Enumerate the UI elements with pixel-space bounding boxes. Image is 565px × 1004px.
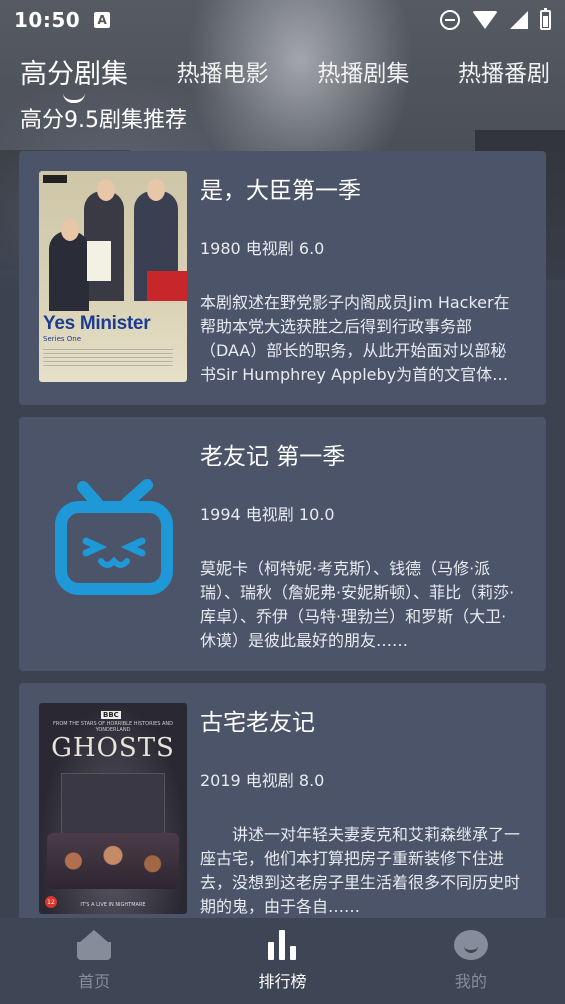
tab-label: 热播电影 [176,61,269,87]
item-description: 莫妮卡（柯特妮·考克斯）、钱德（马修·派瑞）、瑞秋（詹妮弗·安妮斯顿）、菲比（莉… [200,559,515,650]
ranking-bar-chart-icon [265,930,299,960]
poster-face [61,219,79,241]
item-description: 讲述一对年轻夫妻麦克和艾莉森继承了一座古宅，他们本打算把房子重新装修下住进去，没… [200,825,520,916]
bar [268,942,275,960]
nav-home[interactable]: 首页 [0,918,188,1004]
bar [279,930,286,960]
poster-image: BBC FROM THE STARS OF HORRIBLE HISTORIES… [39,703,187,914]
tv-placeholder-icon [39,437,187,648]
poster-fine-print [43,349,173,367]
list-item[interactable]: 老友记 第一季 1994 电视剧 10.0 莫妮卡（柯特妮·考克斯）、钱德（马修… [19,417,546,671]
category-tabs: 高分剧集 热播电影 热播剧集 热播番剧 [20,48,550,103]
status-time: 10:50 [14,8,81,32]
tab-label: 热播番剧 [457,61,550,87]
item-title: 是，大臣第一季 [200,178,361,204]
item-meta: 1980 电视剧 6.0 [200,239,325,258]
item-title: 古宅老友记 [200,710,315,736]
poster-face [97,179,115,201]
list-item[interactable]: BBC FROM THE STARS OF HORRIBLE HISTORIES… [19,683,546,919]
item-description: 本剧叙述在野党影子内阁成员Jim Hacker在帮助本党大选获胜之后得到行政事务… [200,293,510,384]
profile-face-icon [453,930,488,960]
list-item[interactable]: Yes Minister Series One 是，大臣第一季 1980 电视剧… [19,151,546,405]
poster-paper [87,241,111,281]
notification-icon: A [94,12,111,28]
tab-label: 热播剧集 [317,61,410,87]
dnd-icon [440,10,460,30]
nav-label: 排行榜 [258,972,307,991]
poster-image: Yes Minister Series One [39,171,187,382]
battery-icon [540,8,551,30]
poster-face [147,179,165,201]
tab-hot-anime[interactable]: 热播番剧 [458,54,550,88]
age-rating-badge: 12 [45,896,57,908]
bar [290,946,297,960]
nav-label: 首页 [78,972,111,991]
nav-ranking[interactable]: 排行榜 [188,918,376,1004]
poster-people [47,833,179,889]
bottom-navigation: 首页 排行榜 我的 [0,918,565,1004]
nav-label: 我的 [454,972,487,991]
item-title: 老友记 第一季 [200,444,346,470]
tab-label: 高分剧集 [20,58,128,90]
poster-red-box [147,271,187,301]
tab-hot-series[interactable]: 热播剧集 [317,54,409,88]
poster-tagline-top: FROM THE STARS OF HORRIBLE HISTORIES AND… [52,721,173,733]
nav-profile[interactable]: 我的 [377,918,565,1004]
tab-hot-movies[interactable]: 热播电影 [177,54,269,88]
home-icon [77,930,112,960]
wifi-icon [472,11,498,29]
section-title: 高分9.5剧集推荐 [20,108,187,133]
poster-title: GHOSTS [51,733,175,763]
tab-high-score-series[interactable]: 高分剧集 [20,52,128,103]
signal-icon [510,11,528,29]
poster-subtitle: Series One [43,335,82,343]
status-bar: 10:50 A [0,0,565,40]
poster-title: Yes Minister [43,313,151,334]
status-icons [440,8,551,30]
bbc-logo [43,175,67,183]
bbc-logo: BBC [101,711,121,719]
series-list[interactable]: Yes Minister Series One 是，大臣第一季 1980 电视剧… [19,151,546,919]
item-meta: 1994 电视剧 10.0 [200,505,335,524]
item-meta: 2019 电视剧 8.0 [200,771,325,790]
poster-tagline: IT'S A LIVE IN NIGHTMARE [80,902,146,908]
poster-figure [49,231,89,311]
